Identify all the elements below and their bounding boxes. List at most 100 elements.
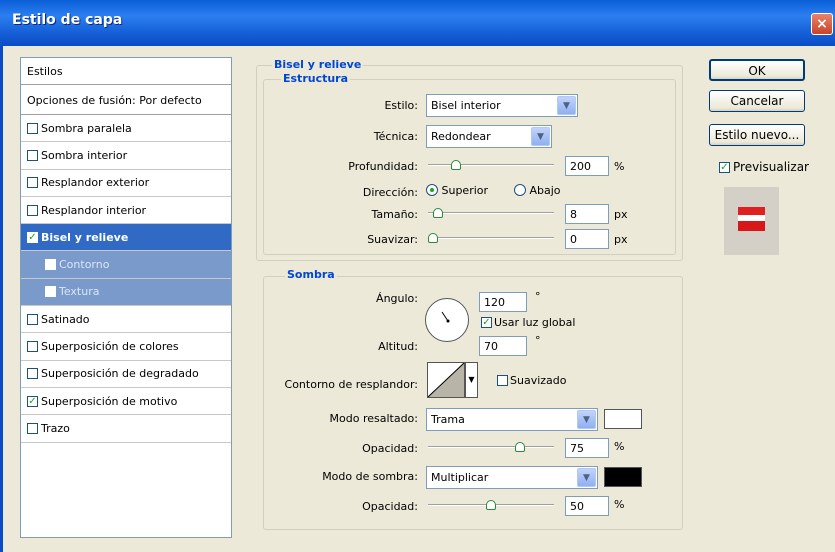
depth-label: Profundidad: xyxy=(348,160,418,173)
direction-down-radio[interactable]: Abajo xyxy=(514,184,561,197)
style-item-label: Contorno xyxy=(59,258,110,272)
technique-label: Técnica: xyxy=(373,130,418,143)
highlight-opacity-thumb[interactable] xyxy=(515,442,525,452)
bevel-style-value: Bisel interior xyxy=(431,99,501,112)
technique-dropdown[interactable]: Redondear ▼ xyxy=(426,125,552,148)
blend-options-item[interactable]: Opciones de fusión: Por defecto xyxy=(21,85,231,115)
shadow-mode-dropdown[interactable]: Multiplicar ▼ xyxy=(426,466,598,489)
soften-slider-thumb[interactable] xyxy=(428,233,438,243)
style-item-label: Resplandor exterior xyxy=(41,176,150,190)
global-light-checkbox[interactable]: ✓ Usar luz global xyxy=(481,316,575,329)
preview-label: Previsualizar xyxy=(733,160,809,174)
checkbox-icon[interactable] xyxy=(27,422,38,434)
direction-label: Dirección: xyxy=(362,186,418,199)
style-item[interactable]: ✓ Bisel y relieve xyxy=(21,224,231,252)
contour-preview-icon xyxy=(427,362,465,398)
style-label: Estilo: xyxy=(384,99,418,112)
style-item[interactable]: Trazo xyxy=(21,415,231,443)
style-item-label: Bisel y relieve xyxy=(41,230,129,244)
shadow-opacity-unit: % xyxy=(614,498,625,511)
style-item[interactable]: Resplandor interior xyxy=(21,197,231,225)
ok-button[interactable]: OK xyxy=(709,59,805,81)
close-button[interactable]: × xyxy=(811,13,833,35)
style-item[interactable]: Sombra paralela xyxy=(21,115,231,143)
checkbox-icon[interactable] xyxy=(27,313,38,325)
angle-input[interactable]: 120 xyxy=(479,292,527,312)
highlight-opacity-input[interactable]: 75 xyxy=(565,438,609,458)
style-item-label: Resplandor interior xyxy=(41,203,147,217)
checkbox-icon[interactable] xyxy=(27,122,38,134)
style-item[interactable]: Textura xyxy=(21,278,231,307)
style-item-label: Satinado xyxy=(41,312,90,326)
structure-title: Estructura xyxy=(281,72,351,85)
gloss-contour-picker[interactable] xyxy=(427,362,465,398)
angle-dial-icon xyxy=(441,311,450,323)
direction-down-label: Abajo xyxy=(529,184,561,197)
antialiased-label: Suavizado xyxy=(510,374,567,387)
shadow-opacity-slider[interactable] xyxy=(428,500,554,510)
shadow-opacity-thumb[interactable] xyxy=(486,500,496,510)
style-item[interactable]: Superposición de colores xyxy=(21,333,231,361)
highlight-mode-value: Trama xyxy=(431,413,465,426)
checkbox-icon[interactable] xyxy=(27,368,38,380)
checkbox-icon[interactable] xyxy=(45,259,56,271)
depth-input[interactable]: 200 xyxy=(565,156,609,176)
soften-label: Suavizar: xyxy=(367,233,418,246)
antialiased-checkbox[interactable]: Suavizado xyxy=(497,374,567,387)
size-label: Tamaño: xyxy=(371,208,418,221)
preview-checkbox[interactable]: ✓ Previsualizar xyxy=(719,160,809,174)
style-item[interactable]: ✓ Superposición de motivo xyxy=(21,388,231,416)
preview-thumbnail xyxy=(738,207,765,231)
size-input[interactable]: 8 xyxy=(565,204,609,224)
shadow-opacity-label: Opacidad: xyxy=(362,500,418,513)
style-item[interactable]: Contorno xyxy=(21,251,231,279)
shadow-opacity-input[interactable]: 50 xyxy=(565,496,609,516)
soften-input[interactable]: 0 xyxy=(565,229,609,249)
bevel-style-dropdown[interactable]: Bisel interior ▼ xyxy=(426,94,578,117)
style-item[interactable]: Satinado xyxy=(21,306,231,334)
depth-unit: % xyxy=(614,160,625,173)
highlight-mode-dropdown[interactable]: Trama ▼ xyxy=(426,408,598,431)
shadow-mode-value: Multiplicar xyxy=(431,471,489,484)
altitude-label: Altitud: xyxy=(378,340,418,353)
technique-value: Redondear xyxy=(431,130,491,143)
checkbox-icon[interactable] xyxy=(27,341,38,353)
highlight-mode-label: Modo resaltado: xyxy=(329,412,418,425)
soften-slider[interactable] xyxy=(428,233,554,243)
new-style-button[interactable]: Estilo nuevo... xyxy=(709,124,805,146)
checkbox-icon: ✓ xyxy=(481,317,492,328)
style-item[interactable]: Resplandor exterior xyxy=(21,170,231,197)
style-item[interactable]: Superposición de degradado xyxy=(21,361,231,388)
chevron-down-icon: ▼ xyxy=(468,375,475,384)
style-item-label: Textura xyxy=(59,285,100,299)
checkbox-icon[interactable] xyxy=(27,204,38,216)
size-slider[interactable] xyxy=(428,208,554,218)
checkbox-icon[interactable] xyxy=(45,286,56,298)
highlight-opacity-slider[interactable] xyxy=(428,442,554,452)
checkbox-icon[interactable] xyxy=(27,149,38,161)
checkbox-icon[interactable]: ✓ xyxy=(27,231,38,243)
style-item-label: Trazo xyxy=(41,421,70,435)
cancel-button[interactable]: Cancelar xyxy=(709,90,805,112)
altitude-input[interactable]: 70 xyxy=(479,336,527,356)
contour-dropdown-button[interactable]: ▼ xyxy=(465,362,478,398)
direction-up-label: Superior xyxy=(441,184,489,197)
checkbox-icon[interactable] xyxy=(27,177,38,189)
size-slider-thumb[interactable] xyxy=(432,208,443,218)
checkbox-icon: ✓ xyxy=(719,161,730,173)
depth-slider[interactable] xyxy=(428,160,554,170)
angle-dial[interactable] xyxy=(425,298,469,342)
checkbox-icon xyxy=(497,375,508,386)
radio-icon xyxy=(426,184,438,196)
direction-up-radio[interactable]: Superior xyxy=(426,184,488,197)
checkbox-icon[interactable]: ✓ xyxy=(27,395,38,407)
altitude-unit: ° xyxy=(535,334,541,347)
chevron-down-icon: ▼ xyxy=(577,468,596,487)
chevron-down-icon: ▼ xyxy=(577,410,596,429)
depth-slider-thumb[interactable] xyxy=(451,160,462,170)
shadow-color-swatch[interactable] xyxy=(604,467,642,487)
highlight-color-swatch[interactable] xyxy=(604,409,642,429)
style-item[interactable]: Sombra interior xyxy=(21,142,231,170)
styles-header[interactable]: Estilos xyxy=(21,58,231,85)
style-item-label: Superposición de colores xyxy=(41,340,179,354)
